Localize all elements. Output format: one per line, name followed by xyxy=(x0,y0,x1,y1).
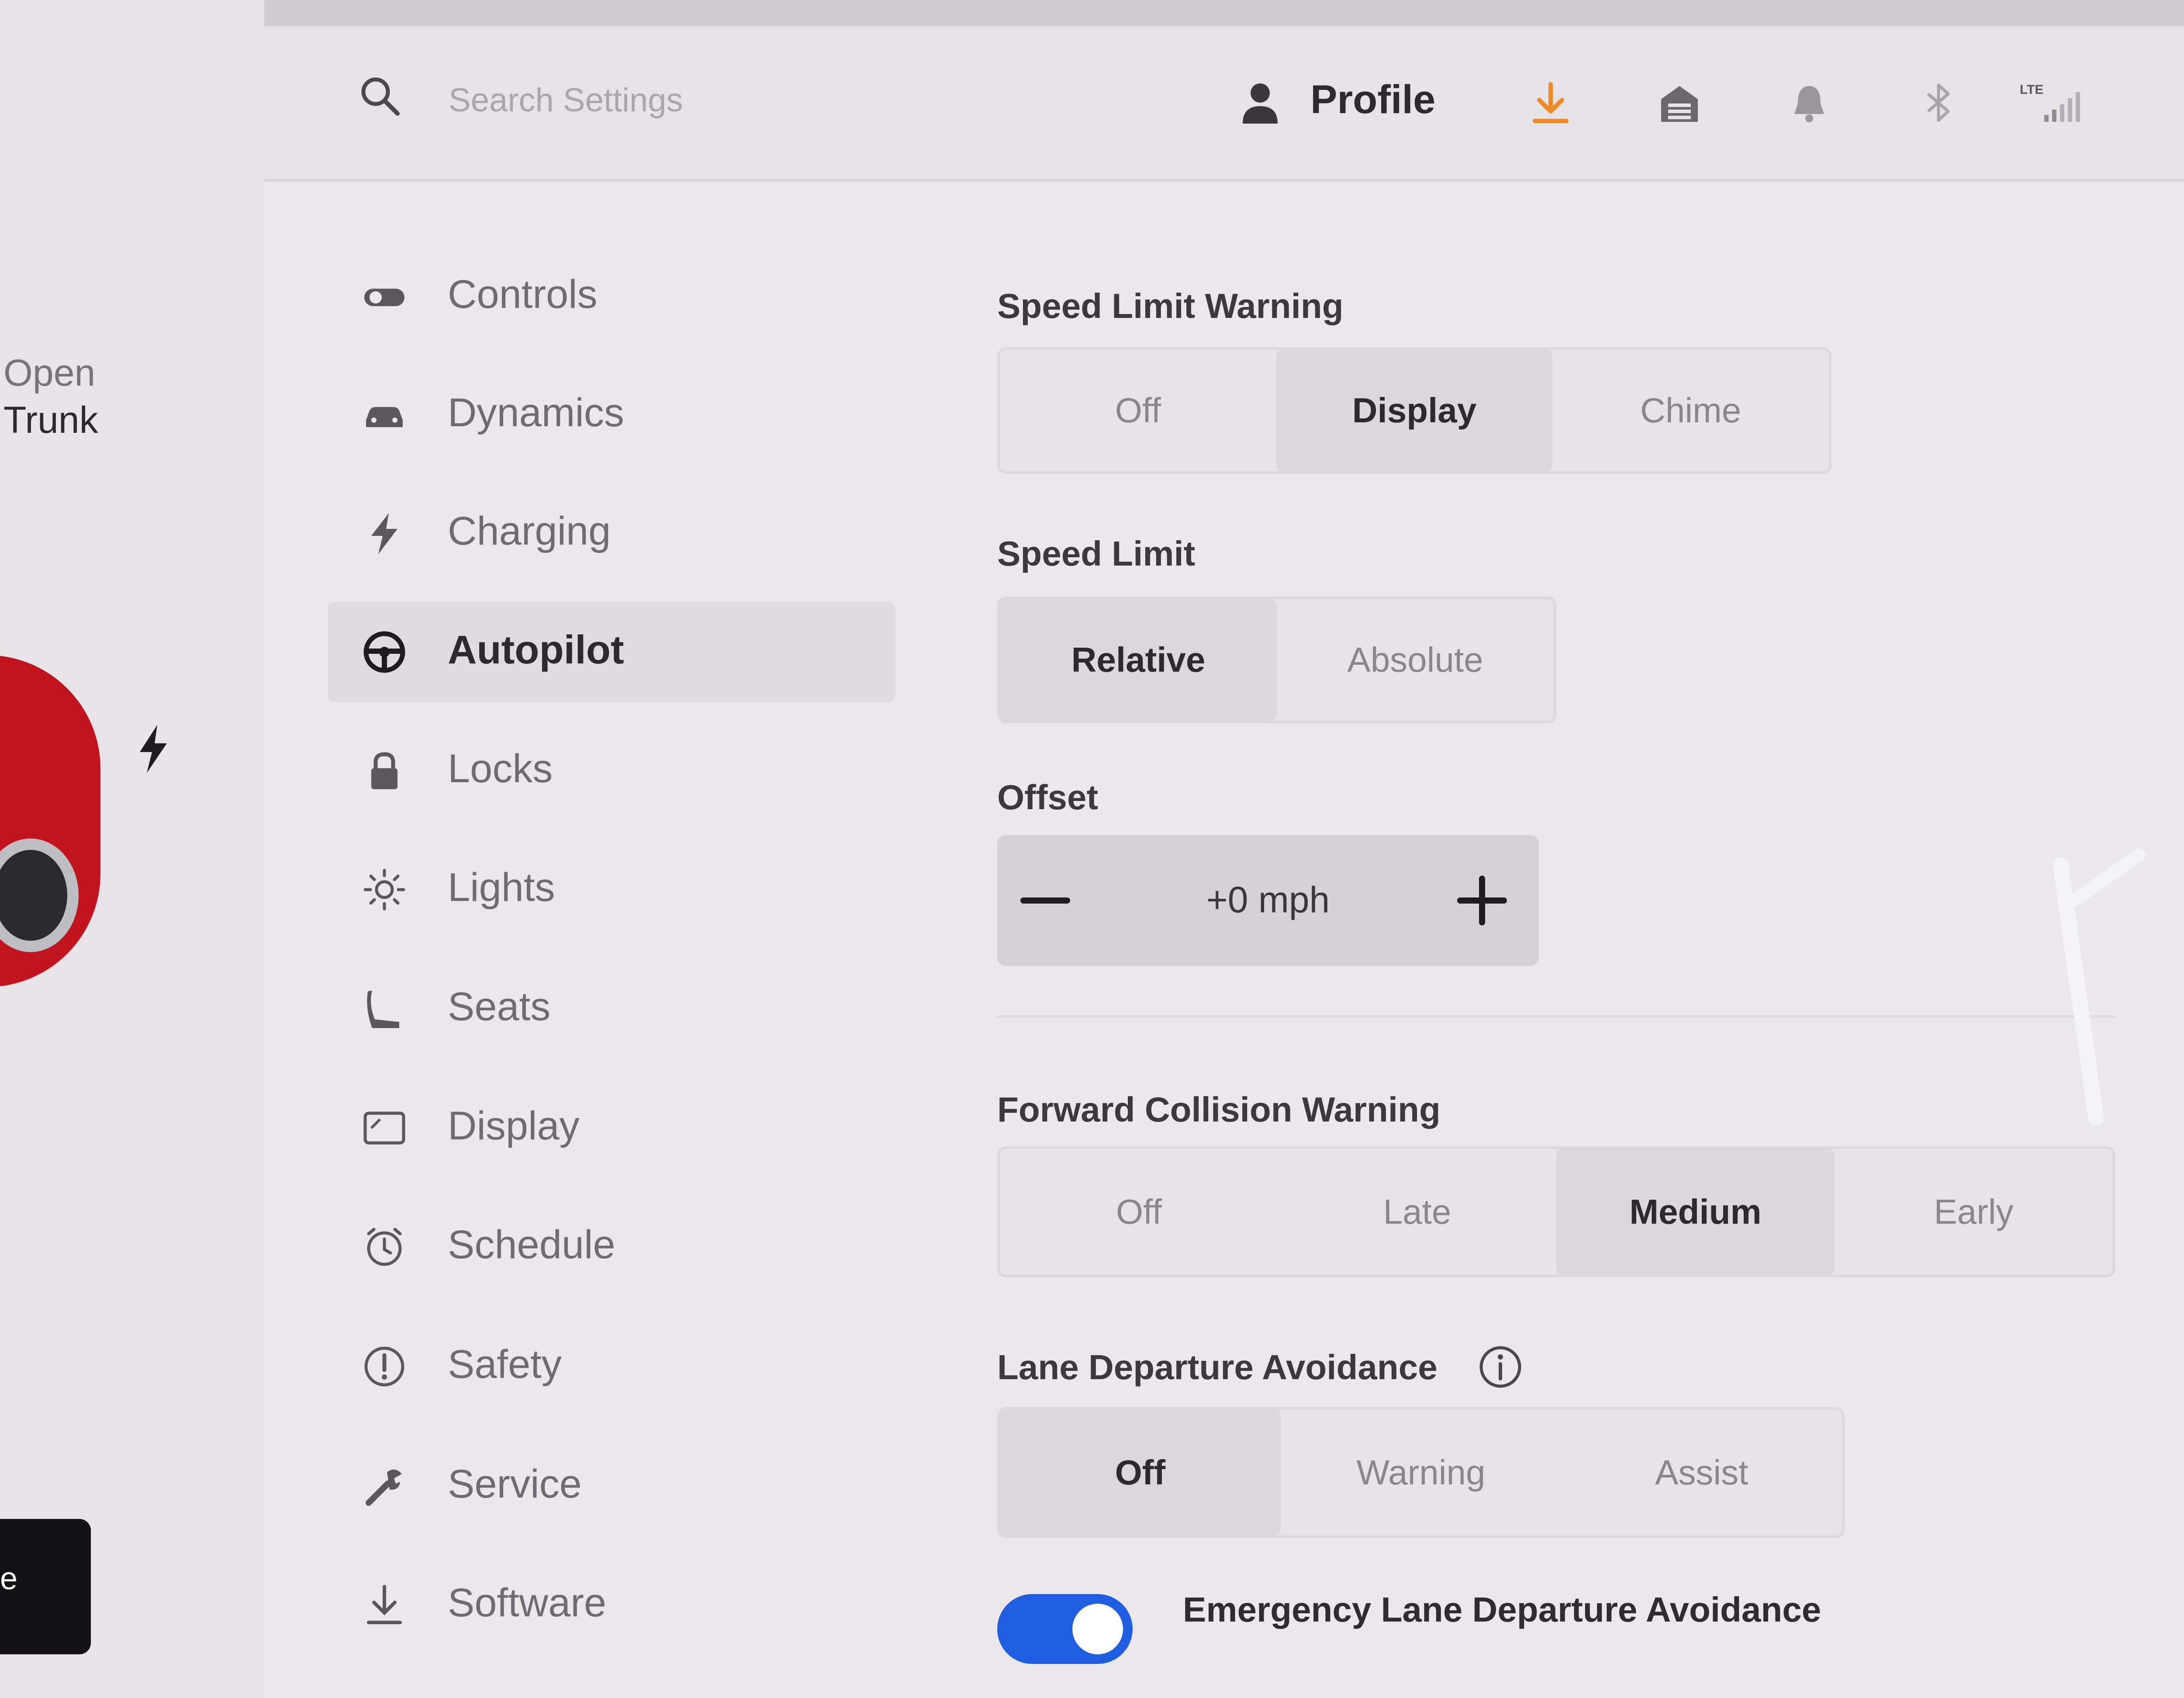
seat-icon xyxy=(367,990,399,1028)
alert-icon xyxy=(364,1346,404,1387)
lte-label: LTE xyxy=(2020,83,2043,97)
profile-button[interactable]: Profile xyxy=(1310,77,1435,123)
toggle-icon xyxy=(364,289,404,306)
wrench-icon xyxy=(366,1469,402,1506)
forward-collision-warning-medium[interactable]: Medium xyxy=(1556,1149,1835,1275)
sidebar-item-service[interactable]: Service xyxy=(328,1436,895,1536)
sidebar-item-label: Locks xyxy=(448,746,553,791)
sidebar-item-label: Lights xyxy=(448,865,555,910)
sidebar-item-schedule[interactable]: Schedule xyxy=(328,1197,895,1297)
lane-departure-avoidance-off[interactable]: Off xyxy=(1000,1410,1281,1536)
emergency-lane-departure-label: Emergency Lane Departure Avoidance xyxy=(1183,1590,1821,1629)
open-trunk-button[interactable]: Open Trunk xyxy=(3,349,98,444)
forward-collision-warning-late[interactable]: Late xyxy=(1278,1149,1556,1275)
bottom-left-card-text: e xyxy=(0,1561,18,1596)
sidebar-item-label: Schedule xyxy=(448,1222,615,1267)
vehicle-panel: Open Trunk e xyxy=(0,0,264,1698)
lane-departure-avoidance-selector: Off Warning Assist xyxy=(997,1407,1845,1538)
charge-port-bolt-icon[interactable] xyxy=(135,725,170,773)
sidebar-item-label: Safety xyxy=(448,1342,562,1387)
sidebar-item-software[interactable]: Software xyxy=(328,1555,895,1655)
profile-icon[interactable] xyxy=(1241,81,1280,124)
alarm-clock-icon xyxy=(367,1228,402,1266)
sidebar-item-lights[interactable]: Lights xyxy=(328,839,895,940)
bottom-left-card[interactable]: e xyxy=(0,1519,91,1654)
sidebar-item-label: Controls xyxy=(448,272,598,317)
bolt-icon xyxy=(371,513,397,554)
emergency-lane-departure-toggle[interactable] xyxy=(997,1594,1133,1664)
download-icon xyxy=(367,1585,402,1624)
sidebar-item-label: Software xyxy=(448,1581,607,1625)
sidebar-item-locks[interactable]: Locks xyxy=(328,721,895,821)
info-icon[interactable] xyxy=(1476,1343,1524,1391)
speed-limit-warning-display[interactable]: Display xyxy=(1276,350,1553,471)
speed-limit-relative[interactable]: Relative xyxy=(1000,599,1277,721)
offset-value: +0 mph xyxy=(1206,879,1330,920)
sidebar-item-label: Service xyxy=(448,1462,582,1506)
sidebar-item-label: Dynamics xyxy=(448,390,624,435)
speed-limit-warning-selector: Off Display Chime xyxy=(997,347,1832,474)
forward-collision-warning-selector: Off Late Medium Early xyxy=(997,1146,2115,1277)
car-icon xyxy=(366,407,403,427)
speed-limit-warning-chime[interactable]: Chime xyxy=(1552,350,1829,471)
bell-icon[interactable] xyxy=(1787,81,1831,124)
speed-limit-selector: Relative Absolute xyxy=(997,597,1556,723)
lane-departure-avoidance-warning[interactable]: Warning xyxy=(1281,1410,1562,1536)
speed-limit-absolute[interactable]: Absolute xyxy=(1277,599,1554,721)
offset-stepper: +0 mph xyxy=(997,835,1539,966)
sidebar-item-safety[interactable]: Safety xyxy=(328,1316,895,1417)
toggle-knob xyxy=(1072,1604,1123,1654)
sidebar-item-label: Seats xyxy=(448,984,551,1029)
lane-departure-avoidance-title: Lane Departure Avoidance xyxy=(997,1348,1438,1387)
sidebar-item-label: Charging xyxy=(448,509,611,553)
plus-icon[interactable] xyxy=(1443,861,1521,940)
garage-icon[interactable] xyxy=(1658,81,1701,124)
sidebar-item-charging[interactable]: Charging xyxy=(328,483,895,583)
sun-icon xyxy=(363,869,405,911)
lock-icon xyxy=(371,752,397,789)
lane-departure-avoidance-assist[interactable]: Assist xyxy=(1561,1410,1842,1536)
bluetooth-icon[interactable] xyxy=(1917,81,1960,124)
sidebar-item-dynamics[interactable]: Dynamics xyxy=(328,365,895,465)
sidebar-item-display[interactable]: Display xyxy=(328,1078,895,1178)
offset-title: Offset xyxy=(997,778,1099,817)
search-input[interactable] xyxy=(448,78,843,122)
forward-collision-warning-off[interactable]: Off xyxy=(1000,1149,1278,1275)
sidebar-item-autopilot[interactable]: Autopilot xyxy=(328,602,895,702)
speed-limit-warning-title: Speed Limit Warning xyxy=(997,286,1344,325)
sidebar-item-controls[interactable]: Controls xyxy=(328,246,895,347)
open-trunk-label-line2: Trunk xyxy=(3,399,98,441)
minus-icon[interactable] xyxy=(1010,861,1080,940)
search-icon[interactable] xyxy=(358,74,402,118)
section-divider xyxy=(997,1015,2115,1018)
download-icon[interactable] xyxy=(1529,81,1572,124)
map-background xyxy=(264,0,2184,26)
speed-limit-title: Speed Limit xyxy=(997,534,1196,573)
open-trunk-label-line1: Open xyxy=(3,352,96,394)
speed-limit-warning-off[interactable]: Off xyxy=(1000,350,1276,471)
forward-collision-warning-early[interactable]: Early xyxy=(1835,1149,2113,1275)
display-icon xyxy=(363,1111,405,1145)
sidebar-item-label: Display xyxy=(448,1104,580,1148)
sidebar-item-seats[interactable]: Seats xyxy=(328,959,895,1059)
forward-collision-warning-title: Forward Collision Warning xyxy=(997,1090,1441,1129)
sidebar-item-label: Autopilot xyxy=(448,628,624,672)
lte-signal-icon: LTE xyxy=(2020,83,2080,122)
steering-wheel-icon xyxy=(363,631,405,673)
